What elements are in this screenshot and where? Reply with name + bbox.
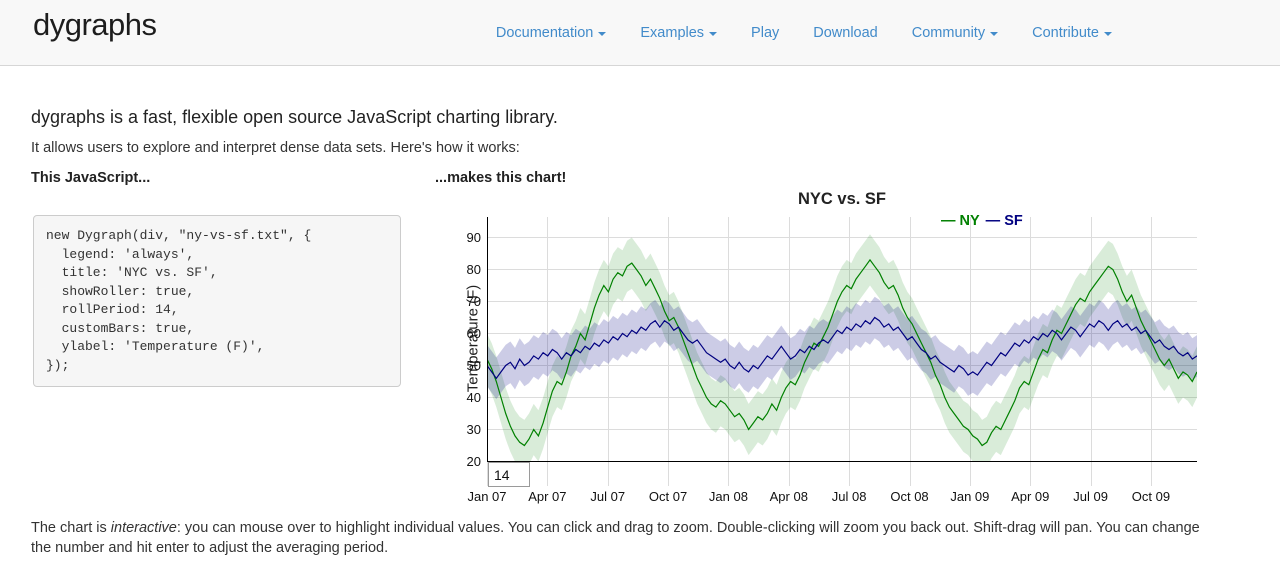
nav-item-download[interactable]: Download [813,25,878,41]
nav-label: Examples [640,25,704,41]
nav-item-examples[interactable]: Examples [640,25,717,41]
nav-label: Download [813,25,878,41]
chevron-down-icon [990,32,998,36]
chevron-down-icon [1104,32,1112,36]
nav-menu: Documentation Examples Play Download Communi… [496,0,1112,66]
chevron-down-icon [709,32,717,36]
nav-item-documentation[interactable]: Documentation [496,25,607,41]
y-tick-label: 50 [433,358,481,373]
roller-period-input[interactable] [488,462,530,487]
x-tick-label: Jan 07 [467,489,506,504]
nav-item-community[interactable]: Community [912,25,998,41]
x-tick-label: Oct 08 [890,489,928,504]
page: dygraphs Documentation Examples Play Downlo… [0,0,1280,569]
caption-this-javascript: This JavaScript... [31,170,150,186]
x-tick-label: Jul 07 [590,489,625,504]
x-tick-label: Jan 09 [950,489,989,504]
nav-label: Documentation [496,25,594,41]
y-tick-label: 40 [433,390,481,405]
y-tick-label: 30 [433,422,481,437]
x-tick-label: Apr 07 [528,489,566,504]
y-tick-label: 60 [433,326,481,341]
y-tick-label: 90 [433,230,481,245]
nav-item-contribute[interactable]: Contribute [1032,25,1112,41]
y-tick-label: 80 [433,262,481,277]
x-tick-label: Jul 08 [832,489,867,504]
code-sample: new Dygraph(div, "ny-vs-sf.txt", { legen… [33,215,401,387]
x-tick-label: Jan 08 [709,489,748,504]
brand-logo[interactable]: dygraphs [33,7,157,43]
temperature-chart-svg [487,217,1197,486]
nav-label: Community [912,25,985,41]
nav-label: Contribute [1032,25,1099,41]
footer-text: The chart is interactive: you can mouse … [31,518,1201,558]
navbar: dygraphs Documentation Examples Play Downlo… [0,0,1280,66]
chevron-down-icon [598,32,606,36]
intro-subline: It allows users to explore and interpret… [31,140,520,156]
chart-plot-area[interactable] [487,217,1197,486]
nav-item-play[interactable]: Play [751,25,779,41]
x-tick-label: Apr 09 [1011,489,1049,504]
nav-label: Play [751,25,779,41]
chart-title: NYC vs. SF [487,190,1197,209]
x-tick-label: Jul 09 [1073,489,1108,504]
y-tick-label: 20 [433,454,481,469]
intro-headline: dygraphs is a fast, flexible open source… [31,107,558,128]
x-tick-label: Oct 07 [649,489,687,504]
y-tick-label: 70 [433,294,481,309]
x-tick-label: Oct 09 [1132,489,1170,504]
caption-makes-this-chart: ...makes this chart! [435,170,566,186]
x-tick-label: Apr 08 [770,489,808,504]
